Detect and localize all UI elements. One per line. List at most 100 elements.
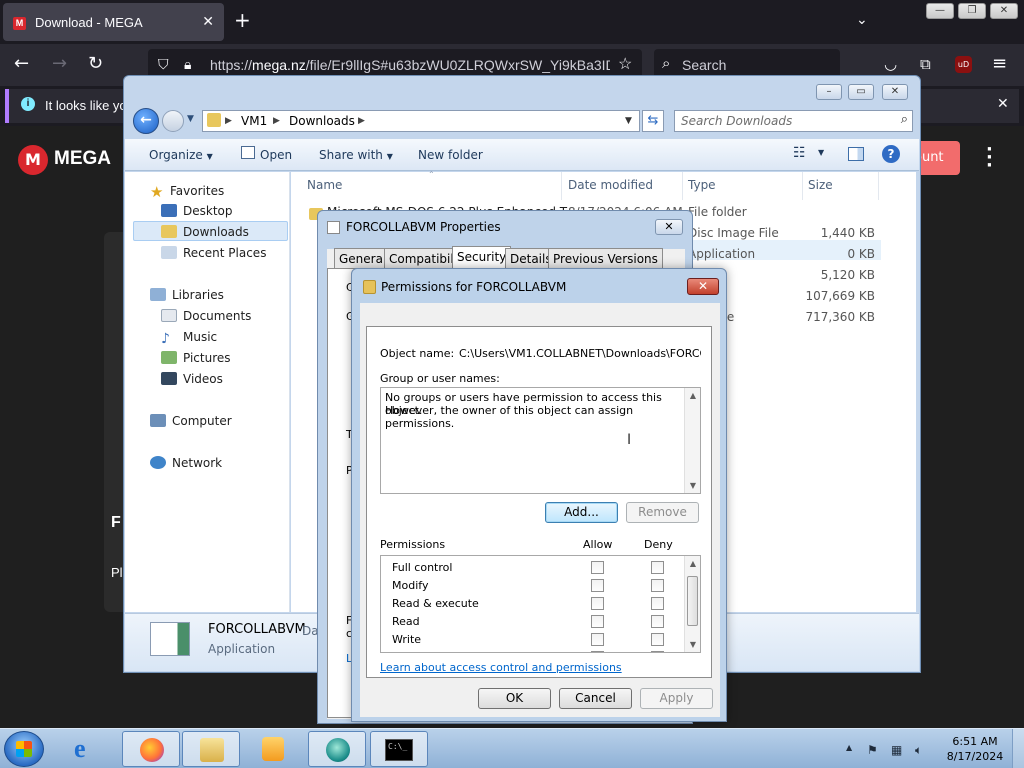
allow-checkbox[interactable] [591,597,604,610]
tab-previous-versions[interactable]: Previous Versions [548,248,663,268]
view-options-icon[interactable]: ☷ [793,145,806,161]
nav-music[interactable]: ♪ Music [161,330,217,347]
search-downloads-input[interactable]: Search Downloads ⌕ [674,110,913,132]
action-center-flag-icon[interactable]: ⚑ [867,743,878,757]
explorer-close-button[interactable]: ✕ [882,84,908,100]
permissions-close-button[interactable]: ✕ [687,278,719,295]
lock-icon[interactable]: 🔒︎ [184,56,191,73]
recent-pages-chevron-icon[interactable]: ▼ [187,114,194,124]
search-icon[interactable]: ⌕ [901,112,908,127]
explorer-back-arrow-icon[interactable]: ← [133,108,159,134]
extensions-icon[interactable]: ⧉ [920,55,931,73]
allow-checkbox[interactable] [591,615,604,628]
group-list-scrollbar[interactable]: ▲ ▼ [684,388,700,493]
allow-checkbox[interactable] [591,633,604,646]
remove-button[interactable]: Remove [626,502,699,523]
explorer-forward-arrow-icon[interactable] [162,110,184,132]
permissions-list-scrollbar[interactable]: ▲ ▼ [684,556,700,652]
nav-libraries[interactable]: Libraries [150,288,224,302]
ok-button[interactable]: OK [478,688,551,709]
deny-checkbox[interactable] [651,579,664,592]
deny-checkbox[interactable] [651,633,664,646]
scroll-up-arrow-icon[interactable]: ▲ [685,559,700,568]
more-options-icon[interactable]: · · · [986,141,993,175]
minimize-browser-button[interactable]: — [926,3,954,19]
internet-explorer-icon[interactable]: e [74,735,104,763]
nav-videos[interactable]: Videos [161,372,223,386]
add-button[interactable]: Add... [545,502,618,523]
nav-downloads[interactable]: Downloads [161,225,249,239]
organize-button[interactable]: Organize ▼ [149,148,213,162]
maximize-browser-button[interactable]: ❐ [958,3,986,19]
new-tab-button[interactable]: + [234,10,251,30]
view-options-chevron-icon[interactable]: ▼ [818,148,824,157]
group-user-list[interactable]: No groups or users have permission to ac… [380,387,701,494]
deny-checkbox[interactable] [651,561,664,574]
tab-security[interactable]: Security [452,246,512,269]
close-browser-button[interactable]: ✕ [990,3,1018,19]
nav-favorites[interactable]: ★ Favorites [150,183,224,201]
back-arrow-icon[interactable]: ← [14,55,29,73]
app-menu-icon[interactable]: ≡ [992,55,1007,73]
allow-checkbox[interactable] [591,651,604,652]
ublock-origin-icon[interactable]: uD [955,56,972,73]
taskbar-explorer[interactable] [182,731,240,767]
address-dropdown-chevron-icon[interactable]: ▼ [625,116,632,126]
list-all-tabs-chevron-icon[interactable]: ⌄ [856,12,868,28]
close-tab-icon[interactable]: ✕ [202,13,214,30]
start-button[interactable] [4,731,44,767]
allow-checkbox[interactable] [591,561,604,574]
explorer-maximize-button[interactable]: ▭ [848,84,874,100]
deny-checkbox[interactable] [651,597,664,610]
nav-documents[interactable]: Documents [161,309,251,323]
browser-tab-mega[interactable]: M Download - MEGA ✕ [3,3,224,41]
new-folder-button[interactable]: New folder [418,148,483,162]
scroll-down-arrow-icon[interactable]: ▼ [685,481,701,490]
column-header-type[interactable]: Type [688,178,716,192]
column-header-date-modified[interactable]: Date modified [568,178,653,192]
address-bar[interactable]: ▶ VM1 ▶ Downloads ▶ ▼ [202,110,640,132]
taskbar-app[interactable] [308,731,366,767]
apply-button[interactable]: Apply [640,688,713,709]
scroll-down-arrow-icon[interactable]: ▼ [685,640,700,649]
nav-network[interactable]: Network [150,456,222,470]
taskbar-cmd[interactable]: C:\_ [370,731,428,767]
nav-desktop[interactable]: Desktop [161,204,233,218]
learn-access-control-link[interactable]: Learn about access control and permissio… [380,661,622,674]
scrollbar-thumb[interactable] [687,576,698,626]
breadcrumb-vm1[interactable]: VM1 [241,114,267,128]
nav-computer[interactable]: Computer [150,414,232,428]
preview-pane-icon[interactable] [848,147,864,161]
system-clock[interactable]: 6:51 AM 8/17/2024 [944,734,1006,764]
scroll-up-arrow-icon[interactable]: ▲ [685,391,701,400]
help-icon[interactable]: ? [882,145,900,163]
volume-muted-icon[interactable]: 🔈︎ [915,743,922,758]
nav-pictures[interactable]: Pictures [161,351,231,365]
explorer-minimize-button[interactable]: – [816,84,842,100]
reload-icon[interactable]: ↻ [88,55,103,73]
pocket-icon[interactable]: ◡ [884,55,897,73]
deny-checkbox[interactable] [651,651,664,652]
tab-general[interactable]: General [334,248,392,268]
taskbar-firefox[interactable] [122,731,180,767]
tracking-shield-icon[interactable]: ⛉ [158,56,169,73]
close-notification-icon[interactable]: ✕ [997,95,1009,112]
cancel-button[interactable]: Cancel [559,688,632,709]
refresh-icon[interactable]: ⇆ [642,110,664,132]
properties-close-button[interactable]: ✕ [655,219,683,235]
open-button[interactable]: Open [260,148,292,162]
nav-recent-places[interactable]: Recent Places [161,246,266,260]
bookmark-star-icon[interactable]: ☆ [618,54,632,74]
column-header-name[interactable]: Name [307,178,342,192]
show-desktop-button[interactable] [1012,729,1024,768]
network-tray-icon[interactable]: ▦ [891,743,902,757]
deny-checkbox[interactable] [651,615,664,628]
mega-brand[interactable]: MEGA [54,148,111,170]
forward-arrow-icon[interactable]: → [52,55,67,73]
mega-logo-icon[interactable]: M [18,145,48,175]
media-player-icon[interactable] [262,737,284,761]
show-hidden-icons-chevron[interactable]: ▲ [846,743,852,752]
share-with-button[interactable]: Share with ▼ [319,148,393,162]
column-header-size[interactable]: Size [808,178,833,192]
allow-checkbox[interactable] [591,579,604,592]
